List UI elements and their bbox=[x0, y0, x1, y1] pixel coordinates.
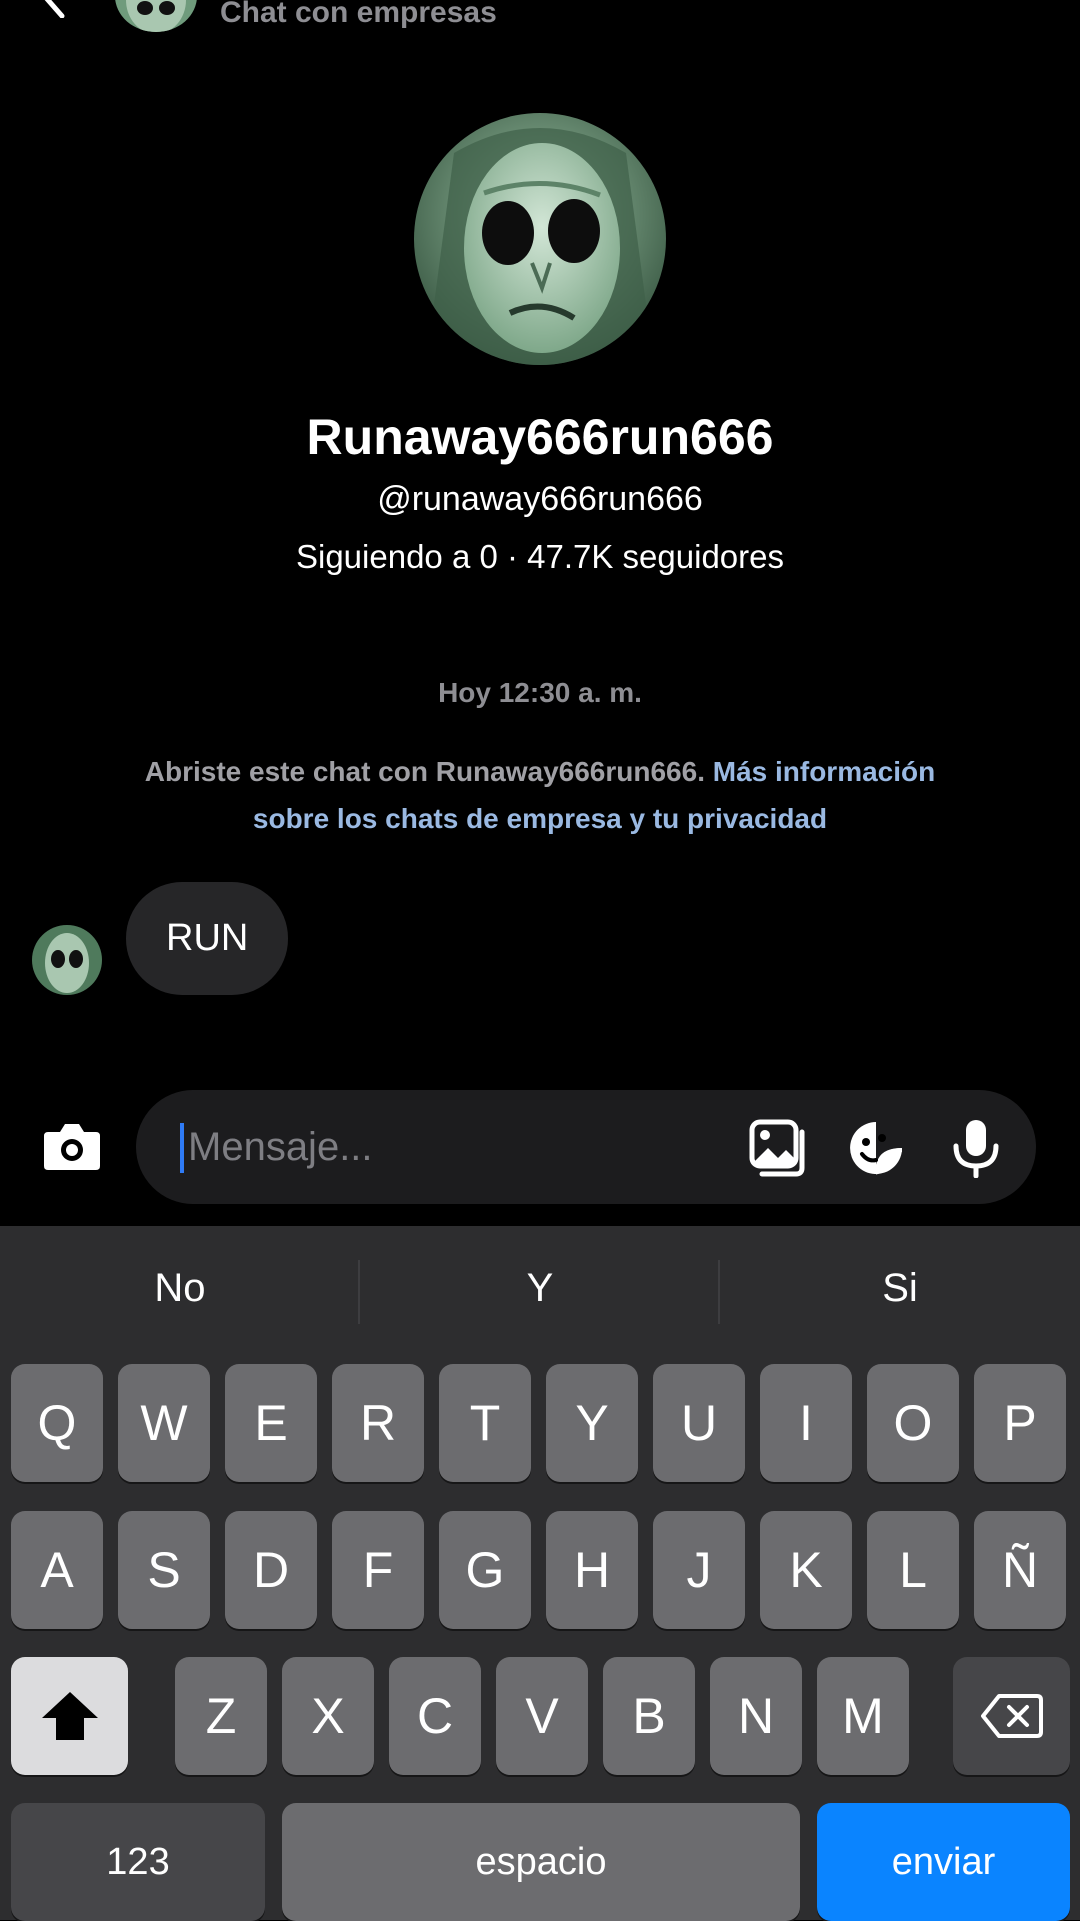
profile-stats: Siguiendo a 0 · 47.7K seguidores bbox=[295, 538, 784, 575]
chat-timestamp: Hoy 12:30 a. m. bbox=[438, 677, 642, 708]
key-e[interactable]: E bbox=[225, 1364, 317, 1482]
back-arrow-icon[interactable] bbox=[36, 0, 72, 18]
profile-handle: @runaway666run666 bbox=[377, 480, 703, 518]
send-key[interactable]: enviar bbox=[817, 1803, 1070, 1921]
profile-avatar[interactable] bbox=[414, 113, 666, 365]
key-s[interactable]: S bbox=[118, 1511, 210, 1629]
key-r[interactable]: R bbox=[332, 1364, 424, 1482]
key-u[interactable]: U bbox=[653, 1364, 745, 1482]
microphone-icon[interactable] bbox=[948, 1118, 1004, 1178]
suggestion-2[interactable]: Y bbox=[360, 1266, 720, 1311]
key-b[interactable]: B bbox=[603, 1657, 695, 1775]
sticker-icon[interactable] bbox=[846, 1118, 906, 1178]
header-avatar[interactable] bbox=[115, 0, 197, 32]
key-i[interactable]: I bbox=[760, 1364, 852, 1482]
chat-info-notice: Abriste este chat con Runaway666run666. … bbox=[110, 748, 970, 842]
key-x[interactable]: X bbox=[282, 1657, 374, 1775]
key-g[interactable]: G bbox=[439, 1511, 531, 1629]
key-c[interactable]: C bbox=[389, 1657, 481, 1775]
suggestion-1[interactable]: No bbox=[0, 1266, 360, 1311]
sender-avatar[interactable] bbox=[32, 925, 102, 995]
camera-icon[interactable] bbox=[42, 1118, 102, 1174]
backspace-icon bbox=[980, 1694, 1043, 1738]
key-w[interactable]: W bbox=[118, 1364, 210, 1482]
key-n[interactable]: N bbox=[710, 1657, 802, 1775]
key-a[interactable]: A bbox=[11, 1511, 103, 1629]
key-v[interactable]: V bbox=[496, 1657, 588, 1775]
key-h[interactable]: H bbox=[546, 1511, 638, 1629]
shift-icon bbox=[41, 1692, 98, 1740]
key-p[interactable]: P bbox=[974, 1364, 1066, 1482]
gallery-icon[interactable] bbox=[748, 1118, 808, 1178]
text-caret bbox=[180, 1123, 184, 1173]
message-bubble[interactable]: RUN bbox=[126, 882, 289, 995]
key-t[interactable]: T bbox=[439, 1364, 531, 1482]
key-l[interactable]: L bbox=[867, 1511, 959, 1629]
key-z[interactable]: Z bbox=[175, 1657, 267, 1775]
key-f[interactable]: F bbox=[332, 1511, 424, 1629]
key-y[interactable]: Y bbox=[546, 1364, 638, 1482]
key-o[interactable]: O bbox=[867, 1364, 959, 1482]
chat-info-text: Abriste este chat con Runaway666run666. bbox=[144, 756, 705, 787]
space-key[interactable]: espacio bbox=[282, 1803, 800, 1921]
backspace-key[interactable] bbox=[953, 1657, 1070, 1775]
key-n-tilde[interactable]: Ñ bbox=[974, 1511, 1066, 1629]
key-q[interactable]: Q bbox=[11, 1364, 103, 1482]
message-input[interactable] bbox=[186, 1115, 710, 1179]
key-m[interactable]: M bbox=[817, 1657, 909, 1775]
profile-name: Runaway666run666 bbox=[306, 409, 774, 465]
numbers-key[interactable]: 123 bbox=[11, 1803, 265, 1921]
key-d[interactable]: D bbox=[225, 1511, 317, 1629]
key-j[interactable]: J bbox=[653, 1511, 745, 1629]
header-subtitle: Chat con empresas bbox=[220, 0, 497, 29]
key-k[interactable]: K bbox=[760, 1511, 852, 1629]
shift-key[interactable] bbox=[11, 1657, 128, 1775]
suggestion-3[interactable]: Si bbox=[720, 1266, 1080, 1311]
